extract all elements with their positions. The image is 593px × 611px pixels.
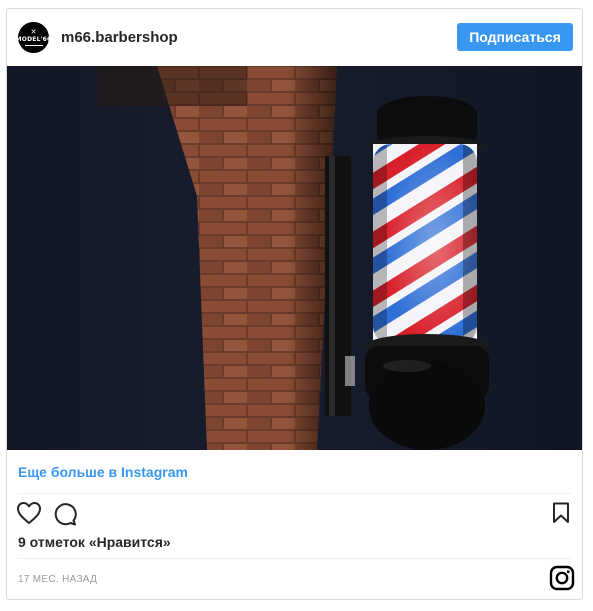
action-bar <box>7 499 582 531</box>
post-photo[interactable] <box>7 66 582 450</box>
heart-icon[interactable] <box>16 501 42 525</box>
instagram-icon[interactable] <box>549 565 575 591</box>
scissors-icon: ✕ <box>30 29 37 36</box>
post-timestamp[interactable]: 17 МЕС. НАЗАД <box>18 574 97 585</box>
instagram-embed-card: ✕ MODEL'66 m66.barbershop Подписаться <box>6 8 583 600</box>
avatar[interactable]: ✕ MODEL'66 <box>18 22 49 53</box>
comment-icon[interactable] <box>52 501 78 527</box>
more-in-instagram-link[interactable]: Еще больше в Instagram <box>18 464 188 480</box>
divider <box>18 558 571 559</box>
avatar-underline <box>24 45 43 46</box>
post-header: ✕ MODEL'66 m66.barbershop Подписаться <box>7 9 582 66</box>
follow-button[interactable]: Подписаться <box>457 23 573 51</box>
username[interactable]: m66.barbershop <box>61 29 178 46</box>
likes-count[interactable]: 9 отметок «Нравится» <box>18 534 171 550</box>
bookmark-icon[interactable] <box>552 502 570 524</box>
divider <box>18 493 571 494</box>
avatar-logo-text: MODEL'66 <box>18 36 49 43</box>
